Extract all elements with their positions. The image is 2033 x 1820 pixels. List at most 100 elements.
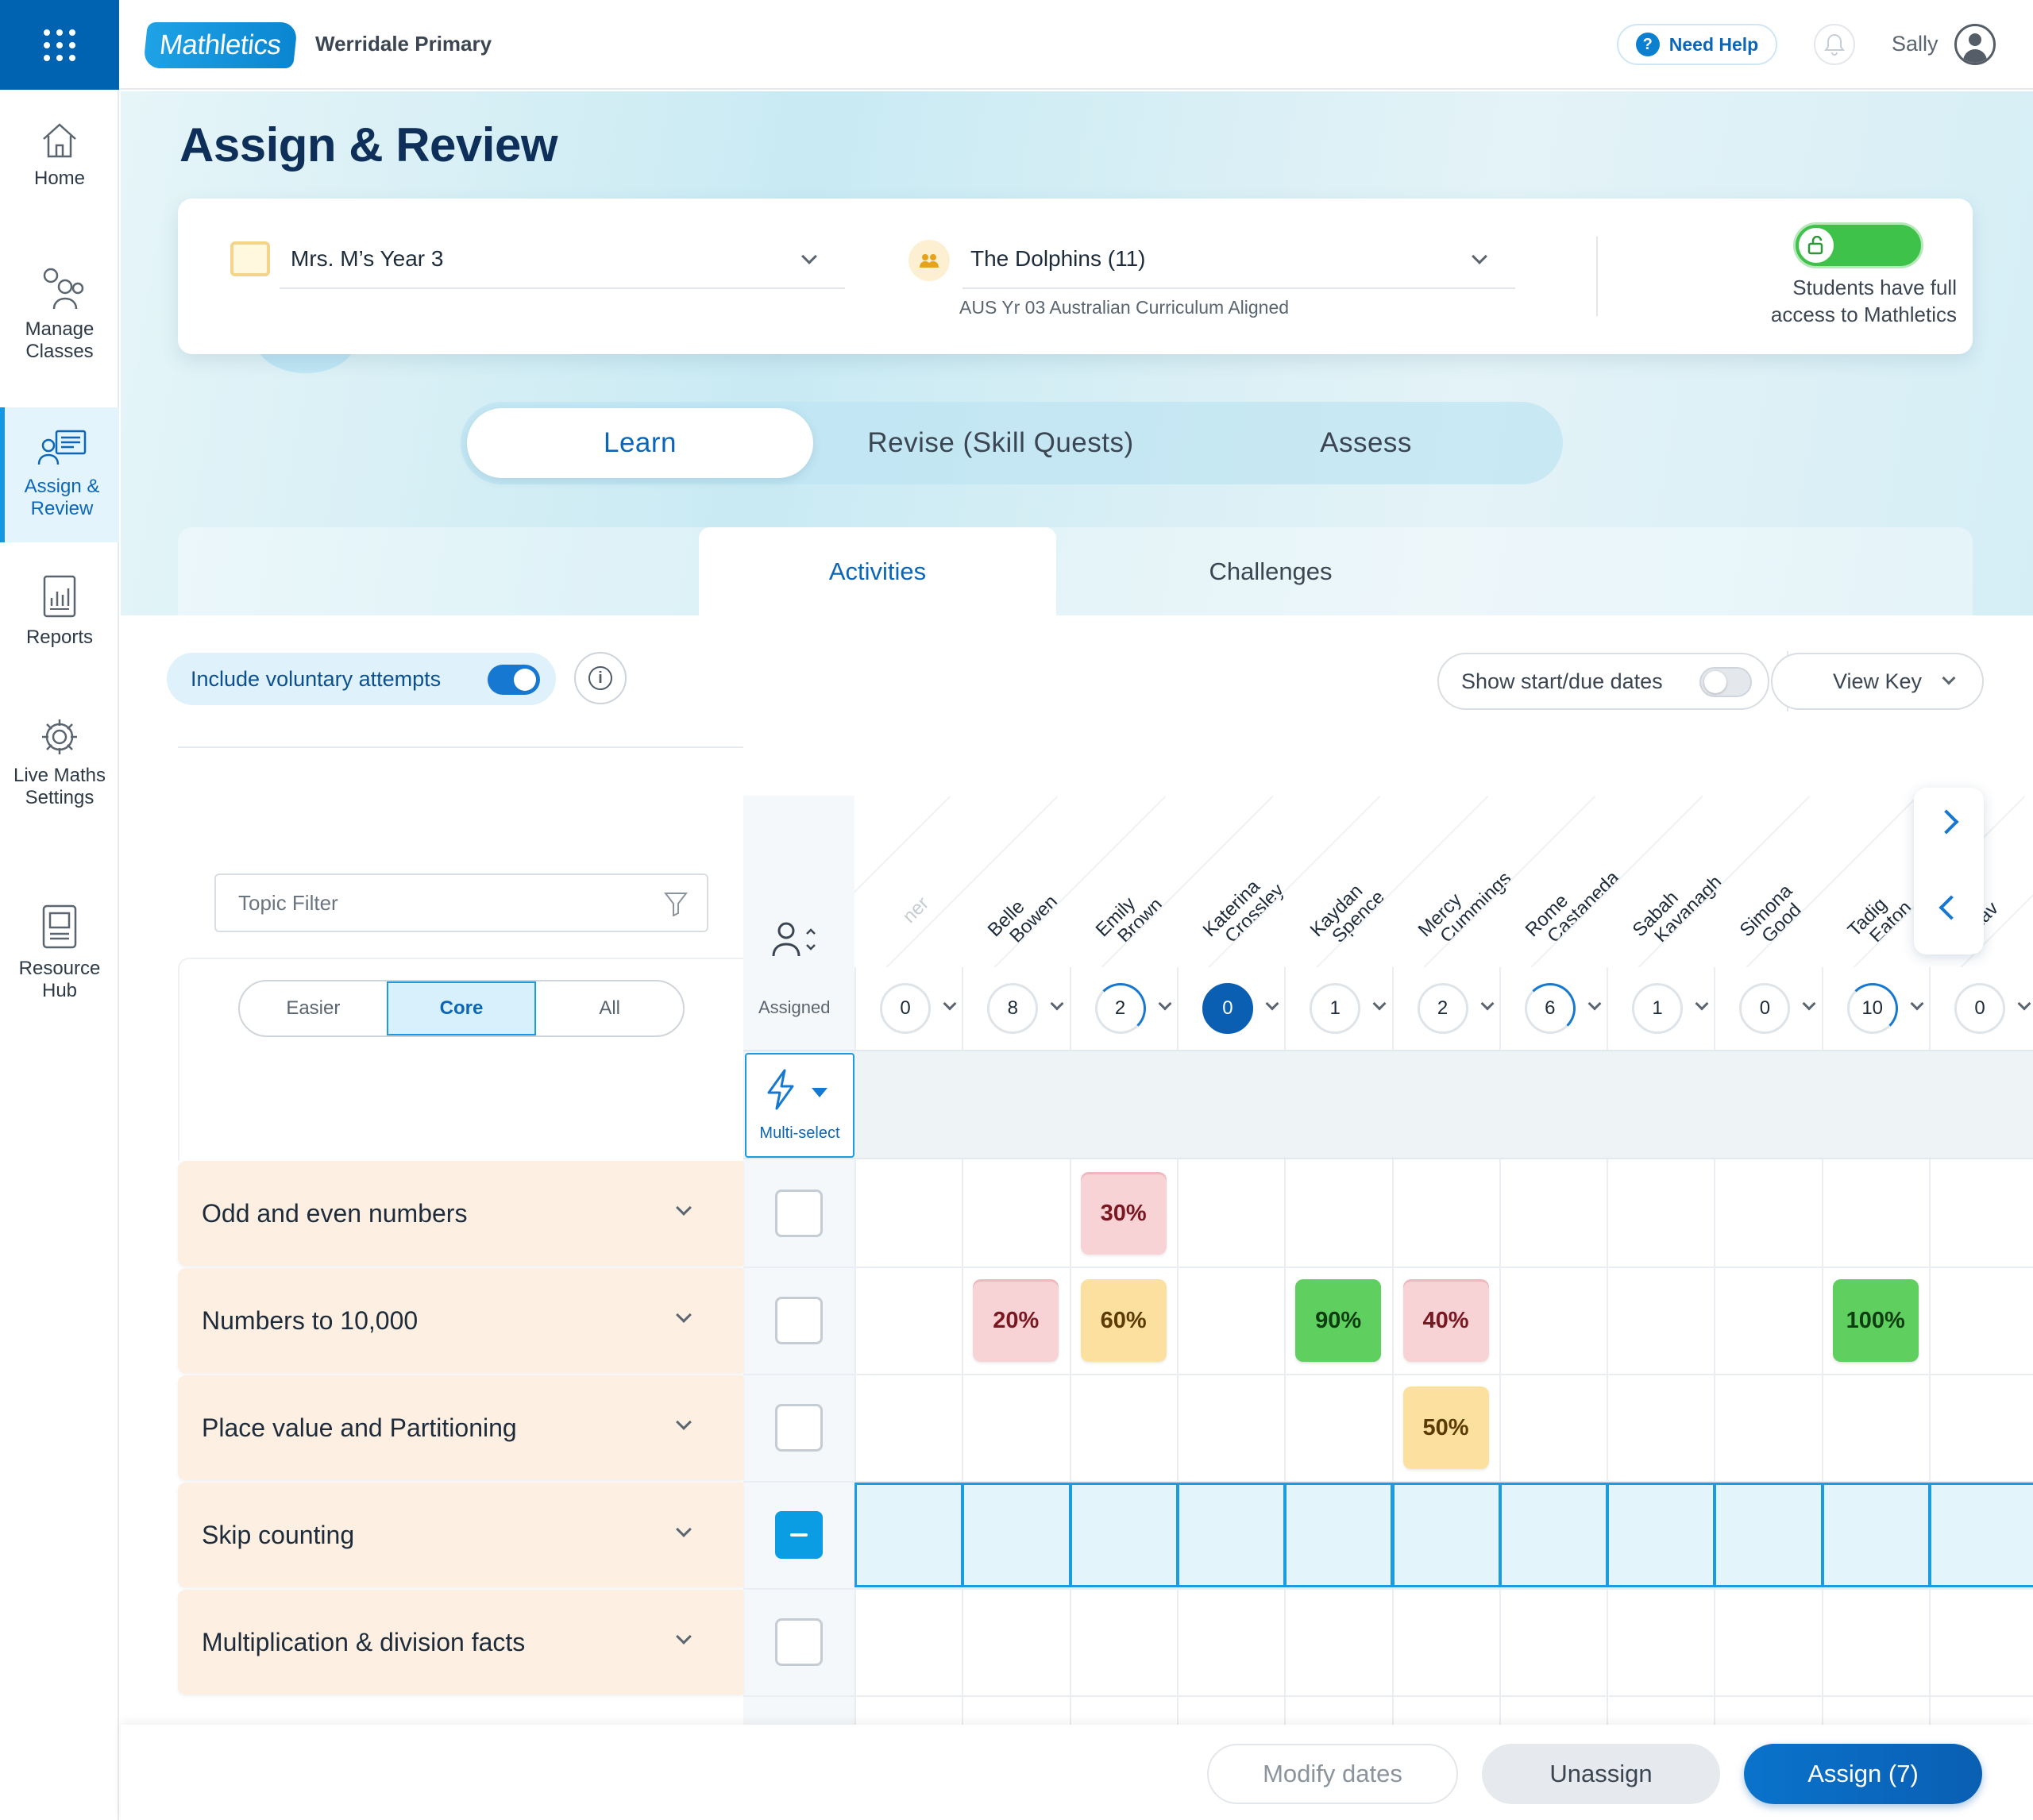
voluntary-attempts-toggle[interactable] — [488, 665, 540, 695]
apps-menu-button[interactable] — [0, 0, 119, 90]
selected-cell[interactable] — [1929, 1483, 2033, 1587]
student-name[interactable]: Kaydan Spence — [1306, 873, 1389, 954]
voluntary-attempts-label: Include voluntary attempts — [191, 666, 442, 691]
student-name[interactable]: Simona Good — [1736, 881, 1811, 954]
assigned-count-dropdown[interactable]: 10 — [1841, 983, 1935, 1034]
notifications-button[interactable] — [1814, 24, 1855, 65]
avatar-head-icon — [1969, 33, 1981, 46]
topic-row[interactable]: Skip counting — [178, 1483, 743, 1587]
score-badge[interactable]: 50% — [1402, 1386, 1489, 1469]
user-name[interactable]: Sally — [1892, 32, 1938, 56]
show-dates-toggle[interactable] — [1699, 667, 1752, 697]
assigned-count-dropdown[interactable]: 1 — [1303, 983, 1397, 1034]
assigned-count-dropdown[interactable]: 2 — [1411, 983, 1505, 1034]
sidebar-item-live-maths-settings[interactable]: Live Maths Settings — [0, 717, 119, 844]
selected-cell[interactable] — [1607, 1483, 1716, 1587]
need-help-label: Need Help — [1668, 33, 1759, 55]
multi-select-button[interactable]: Multi-select — [745, 1053, 854, 1158]
selected-cell[interactable] — [962, 1483, 1071, 1587]
score-badge[interactable]: 20% — [973, 1279, 1059, 1362]
student-names-header: ner Belle Bowen Emily Brown Katerina Crossley K… — [854, 796, 2033, 967]
selected-cell[interactable] — [1391, 1483, 1501, 1587]
score-badge[interactable]: 30% — [1080, 1172, 1167, 1255]
class-select[interactable]: Mrs. M’s Year 3 — [280, 230, 845, 289]
chevron-down-icon — [676, 1307, 692, 1323]
selected-cell[interactable] — [1069, 1483, 1179, 1587]
sub-tabs-bar — [178, 527, 1973, 615]
score-badge[interactable]: 40% — [1402, 1279, 1489, 1362]
selected-cell[interactable] — [1821, 1483, 1931, 1587]
sidebar-item-manage-classes[interactable]: Manage Classes — [0, 264, 119, 384]
avatar[interactable] — [1954, 24, 1996, 65]
student-name[interactable]: Emily Brown — [1091, 881, 1167, 955]
student-access-toggle[interactable] — [1793, 222, 1923, 268]
mathletics-logo[interactable]: Mathletics — [142, 22, 298, 68]
chevron-down-icon — [676, 1200, 692, 1216]
need-help-button[interactable]: ? Need Help — [1617, 24, 1777, 65]
selected-cell[interactable] — [1176, 1483, 1287, 1587]
topic-row[interactable]: Odd and even numbers — [178, 1161, 743, 1266]
row-divider — [743, 1374, 2033, 1375]
group-select[interactable]: The Dolphins (11) — [962, 230, 1515, 289]
selected-cell[interactable] — [854, 1483, 964, 1587]
divider — [178, 746, 743, 748]
selected-cell[interactable] — [1284, 1483, 1394, 1587]
sidebar-item-resource-hub[interactable]: Resource Hub — [0, 904, 119, 1031]
info-button[interactable]: i — [574, 652, 627, 704]
chevron-down-icon — [1050, 997, 1064, 1011]
student-name[interactable]: Belle Bowen — [984, 877, 1063, 954]
topic-checkbox[interactable] — [775, 1618, 823, 1666]
assigned-count-dropdown[interactable]: 6 — [1518, 983, 1612, 1034]
sidebar-item-home[interactable]: Home — [0, 121, 119, 217]
score-badge[interactable]: 100% — [1832, 1279, 1919, 1362]
tab-learn[interactable]: Learn — [467, 408, 813, 478]
tab-assess[interactable]: Assess — [1199, 408, 1533, 478]
assign-button[interactable]: Assign (7) — [1744, 1744, 1982, 1804]
unassign-button[interactable]: Unassign — [1482, 1744, 1720, 1804]
chevron-down-icon — [676, 1521, 692, 1537]
difficulty-core[interactable]: Core — [386, 981, 537, 1035]
topic-row[interactable]: Numbers to 10,000 — [178, 1268, 743, 1373]
assigned-count-dropdown[interactable]: 0 — [1733, 983, 1827, 1034]
assigned-count-dropdown[interactable]: 0 — [874, 983, 967, 1034]
sidebar-item-reports[interactable]: Reports — [0, 574, 119, 685]
topic-row[interactable]: Multiplication & division facts — [178, 1590, 743, 1695]
modify-dates-button[interactable]: Modify dates — [1207, 1744, 1458, 1804]
tab-revise[interactable]: Revise (Skill Quests) — [834, 408, 1167, 478]
sort-students-icon[interactable] — [770, 920, 818, 959]
student-name[interactable]: Sabah Kavanagh — [1629, 858, 1726, 954]
assigned-count-dropdown[interactable]: 1 — [1626, 983, 1719, 1034]
topic-checkbox[interactable] — [775, 1404, 823, 1452]
topic-checkbox[interactable] — [775, 1511, 823, 1559]
tab-activities[interactable]: Activities — [699, 527, 1056, 615]
assigned-count: 0 — [1954, 983, 2005, 1034]
view-key-button[interactable]: View Key — [1771, 653, 1984, 710]
student-last-name: ner — [898, 893, 934, 927]
topic-row[interactable]: Place value and Partitioning — [178, 1375, 743, 1480]
student-name[interactable]: Mercy Cummings — [1414, 854, 1515, 955]
assigned-count-dropdown[interactable]: 2 — [1089, 983, 1182, 1034]
topic-checkbox[interactable] — [775, 1297, 823, 1344]
difficulty-easier[interactable]: Easier — [240, 981, 387, 1035]
topic-checkbox[interactable] — [775, 1190, 823, 1237]
student-name[interactable]: Katerina Crossley — [1199, 866, 1289, 955]
selected-cell[interactable] — [1714, 1483, 1823, 1587]
score-badge[interactable]: 90% — [1295, 1279, 1382, 1362]
score-badge[interactable]: 60% — [1080, 1279, 1167, 1362]
sidebar-item-label: Manage Classes — [25, 318, 95, 362]
student-name[interactable]: ner — [891, 893, 934, 935]
selected-cell[interactable] — [1499, 1483, 1609, 1587]
assigned-count-dropdown[interactable]: 0 — [1948, 983, 2033, 1034]
assigned-count: 0 — [880, 983, 931, 1034]
name-column-stripe — [854, 796, 951, 967]
assigned-count-dropdown[interactable]: 0 — [1196, 983, 1290, 1034]
difficulty-all[interactable]: All — [536, 981, 683, 1035]
student-name[interactable]: Rome Castaneda — [1521, 854, 1623, 955]
assigned-count-dropdown[interactable]: 8 — [981, 983, 1074, 1034]
chevron-right-icon[interactable] — [1934, 809, 1959, 835]
tab-challenges[interactable]: Challenges — [1094, 527, 1447, 615]
student-name[interactable]: Tadig Eaton — [1843, 884, 1915, 955]
topic-filter-input[interactable]: Topic Filter — [214, 873, 708, 932]
sidebar-item-assign-review[interactable]: Assign & Review — [0, 407, 119, 542]
chevron-left-icon[interactable] — [1938, 895, 1964, 920]
